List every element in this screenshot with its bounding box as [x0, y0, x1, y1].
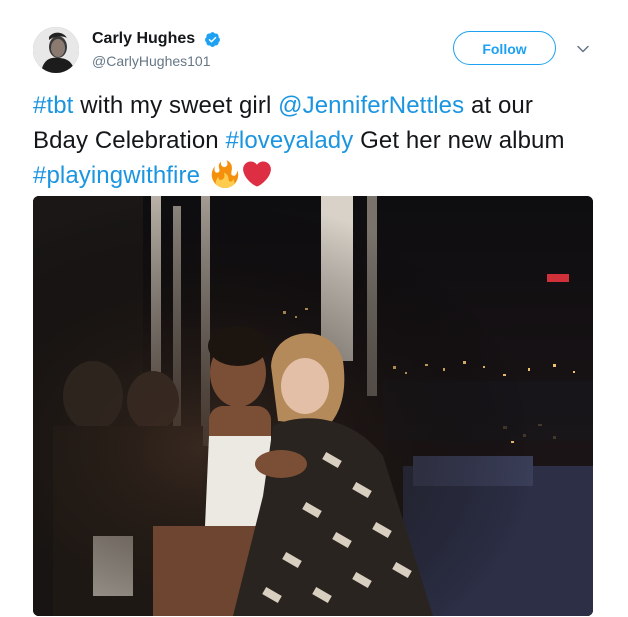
author-avatar[interactable]	[33, 27, 79, 73]
tweet-text-segment: Get her new album	[353, 127, 565, 154]
red-heart-emoji-icon	[242, 161, 271, 187]
follow-button[interactable]: Follow	[453, 31, 556, 65]
author-username[interactable]: @CarlyHughes101	[92, 53, 211, 69]
hashtag-link[interactable]: #playingwithfire	[33, 162, 200, 189]
tweet-card: Carly Hughes @CarlyHughes101 Follow #tbt…	[0, 0, 628, 617]
avatar-image	[33, 27, 79, 73]
photo-image	[33, 196, 593, 616]
chevron-down-icon[interactable]	[576, 42, 590, 56]
mention-link[interactable]: @JenniferNettles	[278, 92, 464, 119]
hashtag-link[interactable]: #loveyalady	[225, 127, 353, 154]
tweet-text: #tbt with my sweet girl @JenniferNettles…	[33, 88, 593, 193]
hashtag-link[interactable]: #tbt	[33, 92, 73, 119]
tweet-text-segment: with my sweet girl	[73, 92, 279, 119]
verified-badge-icon	[205, 32, 220, 47]
tweet-photo[interactable]	[33, 196, 593, 616]
author-display-name[interactable]: Carly Hughes	[92, 30, 195, 48]
fire-emoji-icon	[211, 160, 239, 188]
